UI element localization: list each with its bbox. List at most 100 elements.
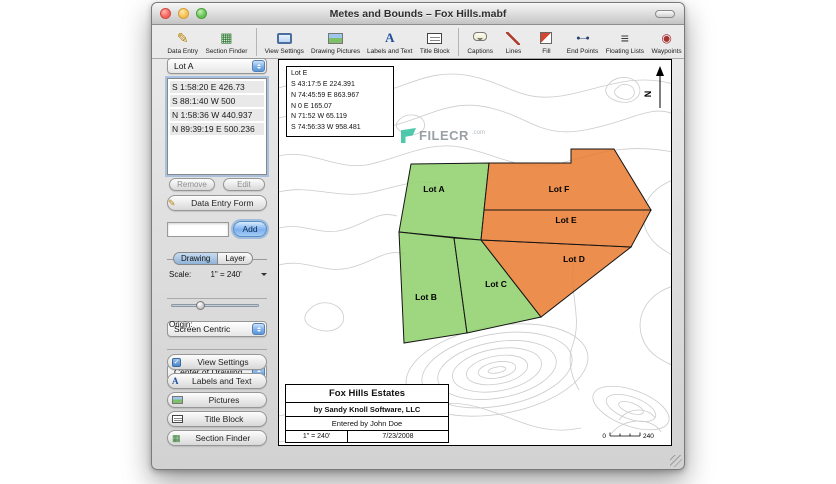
north-label: N [643, 91, 653, 98]
info-box-title: Lot E [291, 70, 308, 77]
origin-label: Origin: [169, 320, 193, 329]
toolbar-item-fill[interactable]: Fill [531, 26, 561, 58]
close-button[interactable] [160, 8, 171, 19]
toolbar-item-label: Data Entry [167, 47, 199, 55]
list-item[interactable]: N 89:39:19 E 500.236 [170, 123, 264, 135]
remove-button[interactable]: Remove [169, 178, 215, 191]
toolbar-item-label: Section Finder [205, 47, 248, 55]
watermark-text: FILECR [419, 128, 469, 143]
zoom-button[interactable] [196, 8, 207, 19]
toolbar-item-label: Drawing Pictures [310, 47, 361, 55]
letter-a-icon [385, 30, 394, 47]
info-box-line: N 74:45:59 E 863.967 [291, 91, 360, 99]
picture-icon [328, 30, 344, 47]
view-settings-button[interactable]: View Settings [167, 354, 267, 370]
scale-value[interactable]: 1" = 240' [191, 270, 261, 279]
fill-icon [540, 30, 553, 47]
info-box-line: S 43:17:5 E 224.391 [291, 80, 355, 88]
info-box-line: N 71:52 W 65.119 [291, 113, 347, 121]
floating-list-lot-e[interactable]: Lot E S 43:17:5 E 224.391 N 74:45:59 E 8… [286, 66, 394, 138]
toolbar-item-section-finder[interactable]: Section Finder [203, 26, 249, 58]
toolbar-item-lines[interactable]: Lines [498, 26, 528, 58]
toolbar-item-label: Title Block [419, 47, 450, 55]
title-block-entered-by: Entered by John Doe [286, 417, 448, 431]
minimize-button[interactable] [178, 8, 189, 19]
toolbar-item-captions[interactable]: Captions [465, 26, 496, 58]
speech-bubble-icon [473, 30, 488, 47]
title-block-icon [172, 415, 183, 423]
diagonal-line-icon [506, 30, 521, 47]
popup-arrows-icon [252, 60, 265, 72]
watermark-suffix: .com [471, 130, 485, 136]
toolbar-item-label: View Settings [264, 47, 304, 55]
picture-icon [172, 396, 183, 404]
pictures-button[interactable]: Pictures [167, 392, 267, 408]
lot-select[interactable]: Lot A [167, 58, 267, 74]
add-button[interactable]: Add [233, 221, 267, 237]
list-item[interactable]: S 88:1:40 W 500 [170, 95, 264, 107]
divider [167, 349, 267, 350]
monitor-icon [276, 30, 292, 47]
toolbar-toggle-button[interactable] [655, 10, 675, 18]
toolbar-item-waypoints[interactable]: Waypoints [649, 26, 684, 58]
section-finder-button[interactable]: Section Finder [167, 430, 267, 446]
title-block-button[interactable]: Title Block [167, 411, 267, 427]
data-entry-form-button[interactable]: Data Entry Form [167, 195, 267, 211]
toolbar-item-labels-and-text[interactable]: Labels and Text [365, 26, 414, 58]
toolbar-item-data-entry[interactable]: Data Entry [165, 26, 200, 58]
title-bar[interactable]: Metes and Bounds – Fox Hills.mabf [152, 3, 684, 25]
waypoint-icon [661, 30, 671, 47]
resize-grip[interactable] [670, 455, 682, 467]
lot-f-polygon[interactable] [483, 148, 652, 211]
lot-c-label: Lot C [485, 279, 507, 289]
lot-a-label: Lot A [423, 184, 444, 194]
toolbar: Data Entry Section Finder View Settings … [152, 25, 684, 59]
drawing-canvas[interactable]: Lot A Lot B Lot C Lot D Lot E Lot F N 0 [278, 59, 672, 446]
checked-checkbox-icon[interactable] [172, 357, 181, 367]
toolbar-item-title-block[interactable]: Title Block [417, 26, 451, 58]
scale-dropdown-arrow-icon[interactable] [261, 273, 267, 279]
toolbar-item-floating-lists[interactable]: Floating Lists [604, 26, 647, 58]
north-arrowhead-icon [656, 66, 664, 76]
edit-button[interactable]: Edit [223, 178, 265, 191]
title-block-label: Title Block [204, 414, 244, 424]
title-block-scale: 1" = 240' [286, 431, 348, 442]
toolbar-item-label: Captions [467, 47, 494, 55]
scale-slider-thumb[interactable] [196, 301, 205, 310]
lot-a-polygon[interactable] [398, 162, 490, 241]
scale-bar: 0 240 [602, 432, 654, 440]
title-block-byline: by Sandy Knoll Software, LLC [286, 403, 448, 417]
toolbar-item-label: End Points [566, 47, 599, 55]
section-finder-label: Section Finder [195, 433, 251, 443]
tab-drawing[interactable]: Drawing [173, 252, 219, 265]
toolbar-item-drawing-pictures[interactable]: Drawing Pictures [309, 26, 362, 58]
info-box-line: S 74:56:33 W 958.481 [291, 124, 361, 132]
toolbar-item-label: Lines [505, 47, 522, 55]
scale-bar-start: 0 [602, 433, 606, 440]
lot-select-value: Lot A [174, 61, 194, 71]
title-block-icon [427, 30, 443, 47]
popup-arrows-icon [252, 323, 265, 335]
scale-slider[interactable] [171, 301, 259, 310]
add-input[interactable] [167, 222, 229, 237]
toolbar-item-label: Labels and Text [367, 47, 413, 55]
lot-polygons [398, 148, 652, 344]
grid-icon [220, 30, 232, 47]
calls-list[interactable]: S 1:58:20 E 426.73 S 88:1:40 W 500 N 1:5… [167, 78, 267, 175]
toolbar-item-end-points[interactable]: End Points [564, 26, 600, 58]
toolbar-item-view-settings[interactable]: View Settings [262, 26, 306, 58]
window-controls [160, 8, 207, 19]
list-item[interactable]: S 1:58:20 E 426.73 [170, 81, 264, 93]
grid-icon [172, 433, 181, 444]
lot-f-label: Lot F [549, 184, 570, 194]
list-item[interactable]: N 1:58:36 W 440.937 [170, 109, 264, 121]
pictures-label: Pictures [208, 395, 240, 405]
toolbar-item-label: Fill [542, 47, 551, 55]
labels-and-text-button[interactable]: Labels and Text [167, 373, 267, 389]
tab-layer[interactable]: Layer [218, 252, 254, 265]
title-block-date: 7/23/2008 [382, 433, 414, 440]
toolbar-item-label: Waypoints [651, 47, 682, 55]
north-arrow: N [643, 66, 664, 108]
pencil-icon [168, 198, 176, 209]
app-window: Metes and Bounds – Fox Hills.mabf Data E… [151, 2, 685, 470]
